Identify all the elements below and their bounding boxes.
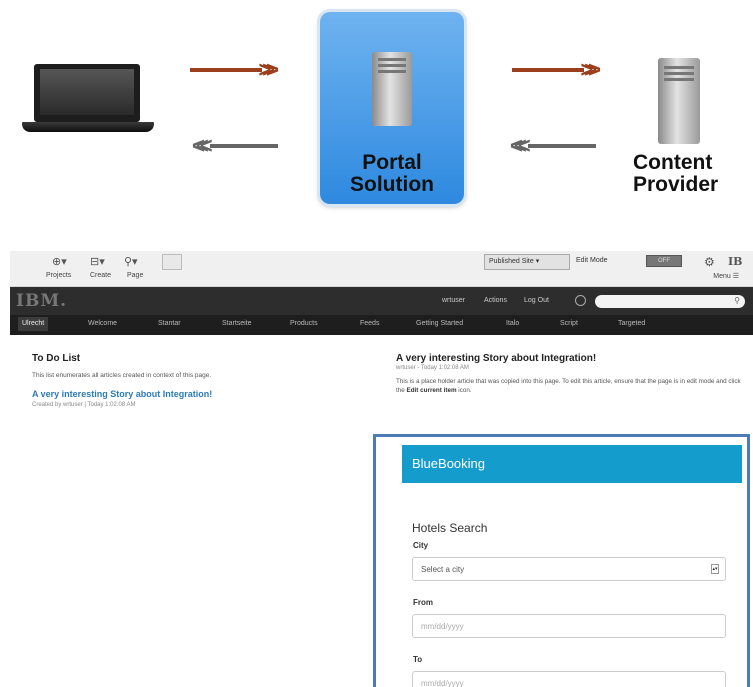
server-icon [372, 52, 412, 126]
hotels-search-heading: Hotels Search [412, 521, 488, 535]
actions-link[interactable]: Actions [484, 297, 507, 304]
portal-solution-box: Portal Solution [320, 12, 464, 204]
site-select[interactable]: Published Site ▾ [484, 254, 570, 270]
todo-title: To Do List [32, 353, 81, 364]
ibm-logo: IBM. [16, 291, 68, 311]
nav-item-italo[interactable]: Italo [506, 320, 519, 327]
search-icon[interactable]: ⚲ [734, 296, 740, 305]
chevron-down-icon: ▴▾ [711, 564, 719, 574]
bluebooking-header: BlueBooking [402, 445, 742, 483]
menu-label: Menu [713, 273, 731, 280]
arrow-right-icon: >>> [190, 59, 279, 81]
nav-item-ulrecht[interactable]: Ulrecht [18, 317, 49, 331]
projects-icon[interactable]: ⊕▾ [52, 255, 67, 269]
from-date-placeholder: mm/dd/yyyy [421, 622, 464, 631]
story-body: This is a place holder article that was … [396, 377, 746, 395]
toggle-label: OFF [658, 258, 670, 264]
search-input[interactable]: ⚲ [595, 295, 745, 308]
nav-item-getting-started[interactable]: Getting Started [416, 320, 463, 327]
logout-link[interactable]: Log Out [524, 297, 549, 304]
help-icon[interactable] [575, 295, 586, 306]
portal-screenshot: ⊕▾ ⊟▾ ⚲▾ Projects Create Page Published … [10, 251, 753, 687]
architecture-diagram: >>> <<< Portal Solution >>> <<< Content … [0, 0, 753, 212]
to-date-field[interactable]: mm/dd/yyyy [412, 671, 726, 687]
edit-mode-toggle[interactable]: OFF [646, 255, 682, 267]
portal-label-line2: Solution [350, 173, 434, 196]
toolbar-label-projects[interactable]: Projects [46, 272, 71, 279]
nav-item-feeds[interactable]: Feeds [360, 320, 379, 327]
from-date-field[interactable]: mm/dd/yyyy [412, 614, 726, 638]
site-select-value: Published Site [489, 258, 534, 265]
nav-item-products[interactable]: Products [290, 320, 318, 327]
nav-item-stantar[interactable]: Stantar [158, 320, 181, 327]
to-label: To [413, 655, 423, 664]
bluebooking-portlet: BlueBooking Hotels Search City Select a … [373, 434, 750, 687]
ibm-mini-logo: IB [728, 255, 743, 268]
create-icon[interactable]: ⊟▾ [90, 255, 105, 269]
content-provider-label: Content Provider [633, 152, 753, 196]
to-date-placeholder: mm/dd/yyyy [421, 679, 464, 687]
arrow-left-icon: <<< [510, 135, 596, 157]
content-label-line1: Content [633, 151, 713, 174]
portal-label-line1: Portal [362, 151, 422, 174]
menu-button[interactable]: Menu ☰ [713, 272, 739, 280]
city-label: City [413, 541, 429, 550]
edit-current-item-link[interactable]: Edit current item [407, 387, 457, 394]
laptop-icon [22, 64, 154, 132]
content-server-icon [658, 58, 700, 144]
banner: IBM. wrtuser Actions Log Out ⚲ [10, 287, 753, 315]
arrow-left-icon: <<< [192, 135, 278, 157]
from-label: From [413, 598, 433, 607]
todo-meta: Created by wrtuser | Today 1:02:08 AM [32, 402, 136, 408]
nav-item-startseite[interactable]: Startseite [222, 320, 252, 327]
user-link[interactable]: wrtuser [442, 297, 465, 304]
todo-description: This list enumerates all articles create… [32, 372, 212, 379]
gear-icon[interactable]: ⚙ [704, 255, 715, 269]
main-nav: Ulrecht Welcome Stantar Startseite Produ… [10, 315, 753, 335]
nav-item-welcome[interactable]: Welcome [88, 320, 117, 327]
bluebooking-title: BlueBooking [412, 456, 485, 471]
toolbar-label-page[interactable]: Page [127, 272, 143, 279]
arrow-right-icon: >>> [512, 59, 601, 81]
toolbar-label-create[interactable]: Create [90, 272, 111, 279]
story-title: A very interesting Story about Integrati… [396, 353, 597, 364]
content-label-line2: Provider [633, 173, 719, 196]
todo-article-link[interactable]: A very interesting Story about Integrati… [32, 389, 212, 399]
story-body-2: icon. [456, 387, 472, 394]
nav-item-script[interactable]: Script [560, 320, 578, 327]
page-icon[interactable]: ⚲▾ [124, 255, 138, 269]
city-select[interactable]: Select a city ▴▾ [412, 557, 726, 581]
nav-item-targeted[interactable]: Targeted [618, 320, 645, 327]
city-select-value: Select a city [421, 565, 465, 574]
layout-button[interactable] [162, 254, 182, 270]
story-meta: wrtuser - Today 1:02:08 AM [396, 365, 469, 371]
edit-mode-label: Edit Mode [576, 257, 608, 264]
toolbar: ⊕▾ ⊟▾ ⚲▾ Projects Create Page Published … [10, 251, 753, 287]
